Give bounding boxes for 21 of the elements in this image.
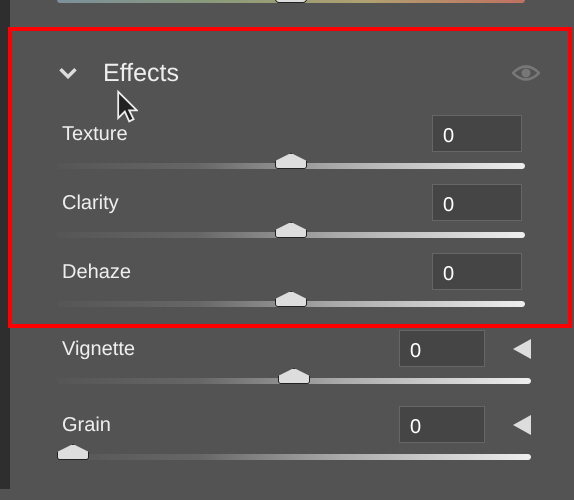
value-field[interactable]: 0	[432, 184, 522, 221]
slider-label: Vignette	[62, 338, 136, 361]
slider-thumb[interactable]	[57, 444, 89, 460]
slider-label: Dehaze	[62, 261, 131, 284]
value-field[interactable]: 0	[432, 115, 522, 152]
slider-label: Texture	[62, 123, 128, 146]
triangle-icon[interactable]	[513, 338, 531, 358]
slider-thumb[interactable]	[275, 222, 307, 238]
slider-thumb[interactable]	[275, 291, 307, 307]
slider-label: Clarity	[62, 192, 119, 215]
slider-thumb[interactable]	[275, 153, 307, 169]
value-field[interactable]: 0	[432, 253, 522, 290]
pointer-icon	[116, 89, 138, 123]
slider[interactable]	[57, 444, 531, 460]
chevron-icon[interactable]	[57, 66, 79, 80]
triangle-icon[interactable]	[513, 414, 531, 434]
value-field[interactable]: 0	[399, 330, 485, 367]
section-title: Effects	[103, 58, 179, 88]
value-field[interactable]: 0	[399, 406, 485, 443]
slider-thumb[interactable]	[278, 368, 310, 384]
slider-label: Grain	[62, 414, 111, 437]
